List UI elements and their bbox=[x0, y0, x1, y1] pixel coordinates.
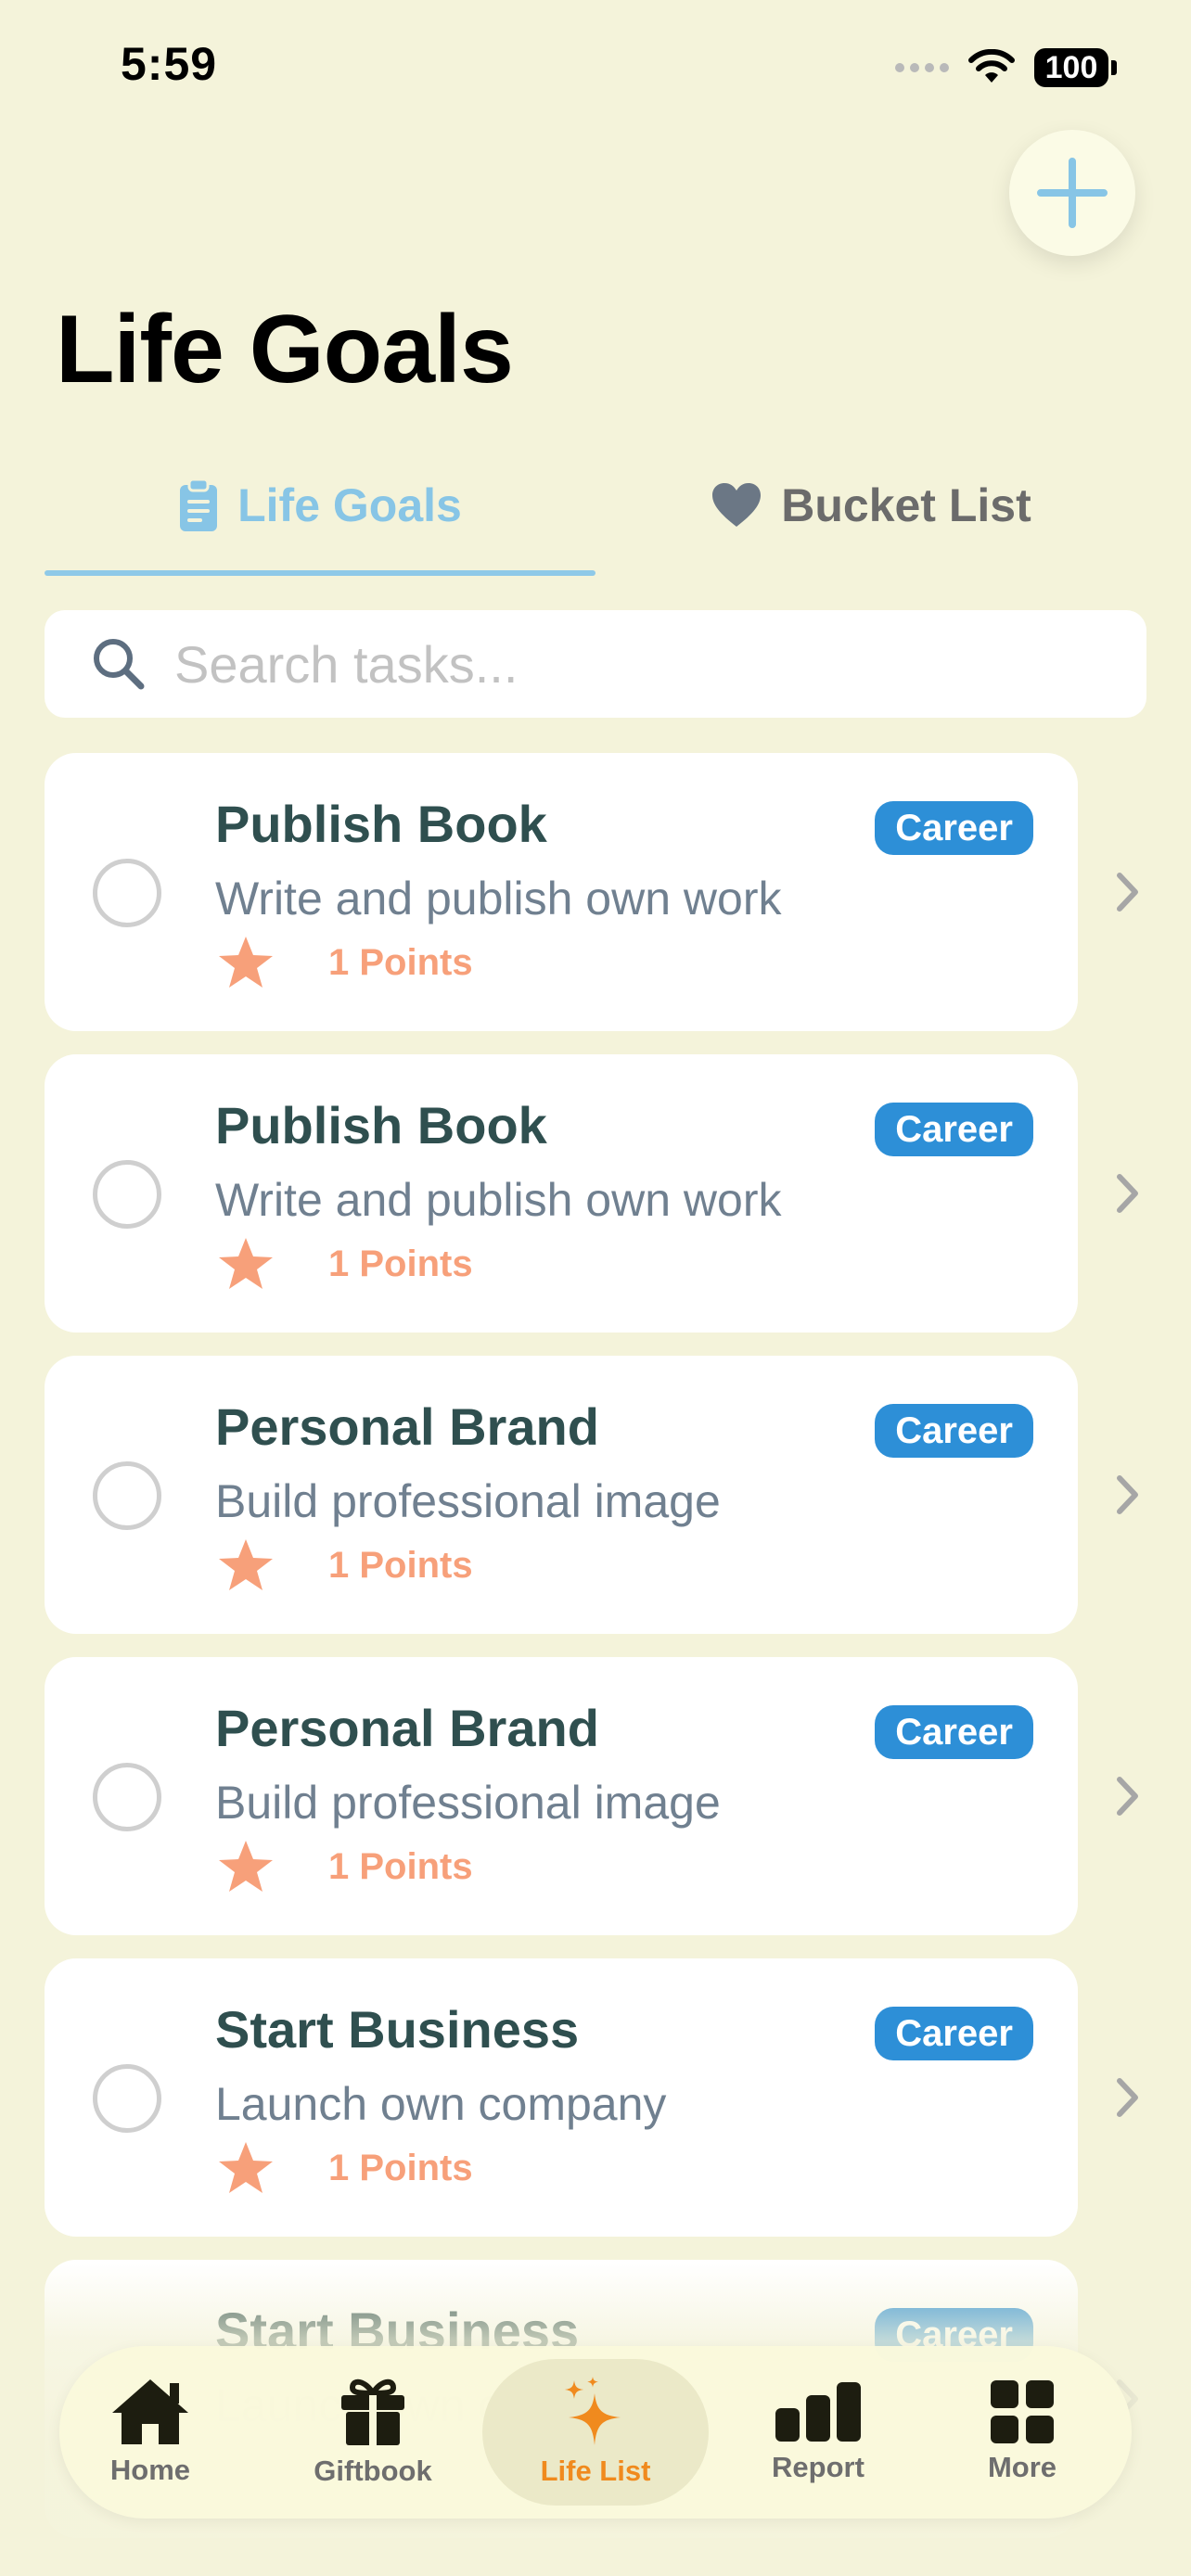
goal-title: Personal Brand bbox=[215, 1699, 599, 1757]
star-icon bbox=[219, 937, 273, 988]
category-badge: Career bbox=[875, 801, 1033, 855]
goal-description: Build professional image bbox=[215, 1475, 721, 1527]
add-goal-button[interactable] bbox=[1009, 130, 1135, 256]
status-time: 5:59 bbox=[121, 38, 218, 90]
complete-checkbox[interactable] bbox=[93, 1461, 161, 1530]
sparkles-icon bbox=[565, 2377, 621, 2445]
chevron-right-icon[interactable] bbox=[1111, 1768, 1145, 1824]
goal-points: 1 Points bbox=[328, 1243, 473, 1284]
category-badge: Career bbox=[875, 1103, 1033, 1156]
goal-title: Publish Book bbox=[215, 1096, 547, 1154]
status-indicators: 100 bbox=[895, 45, 1117, 91]
plus-icon bbox=[1037, 158, 1108, 228]
chevron-right-icon[interactable] bbox=[1111, 1467, 1145, 1523]
goal-description: Write and publish own work bbox=[215, 1174, 782, 1226]
search-placeholder: Search tasks... bbox=[174, 634, 519, 694]
status-bar: 5:59 100 bbox=[0, 0, 1191, 139]
goal-title: Publish Book bbox=[215, 795, 547, 853]
nav-item-report[interactable]: Report bbox=[746, 2346, 890, 2519]
clipboard-icon bbox=[180, 478, 218, 531]
goal-points-row: 1 Points bbox=[217, 1236, 473, 1292]
goal-description: Write and publish own work bbox=[215, 873, 782, 925]
goal-card[interactable]: Publish Book Write and publish own work 1 … bbox=[45, 753, 1078, 1031]
star-icon bbox=[219, 1238, 273, 1289]
star-icon bbox=[219, 1841, 273, 1892]
heart-icon bbox=[712, 483, 762, 527]
page-title: Life Goals bbox=[56, 296, 514, 403]
nav-item-life-list[interactable]: Life List bbox=[482, 2346, 709, 2519]
nav-item-giftbook[interactable]: Giftbook bbox=[310, 2346, 436, 2519]
star-icon bbox=[219, 1539, 273, 1590]
goal-points-row: 1 Points bbox=[217, 935, 473, 990]
tab-label: Life Goals bbox=[237, 479, 462, 531]
bottom-nav: Home Giftbook Life List Report More bbox=[59, 2346, 1132, 2519]
goal-title: Start Business bbox=[215, 2000, 580, 2059]
search-input[interactable]: Search tasks... bbox=[45, 610, 1146, 718]
chevron-right-icon[interactable] bbox=[1111, 1166, 1145, 1221]
nav-label: More bbox=[987, 2451, 1057, 2483]
wifi-icon bbox=[968, 49, 1015, 83]
goal-points-row: 1 Points bbox=[217, 2140, 473, 2196]
nav-item-home[interactable]: Home bbox=[78, 2346, 223, 2519]
active-tab-indicator bbox=[45, 570, 596, 576]
tab-bar: Life Goals Bucket List bbox=[45, 464, 1146, 577]
goal-card[interactable]: Start Business Launch own company 1 Points… bbox=[45, 1958, 1078, 2237]
chevron-right-icon[interactable] bbox=[1111, 864, 1145, 920]
goal-points: 1 Points bbox=[328, 2147, 473, 2188]
goal-points-row: 1 Points bbox=[217, 1537, 473, 1593]
home-icon bbox=[112, 2379, 188, 2444]
complete-checkbox[interactable] bbox=[93, 859, 161, 927]
battery-icon: 100 bbox=[1034, 48, 1117, 87]
complete-checkbox[interactable] bbox=[93, 1160, 161, 1229]
tab-bucket-list[interactable]: Bucket List bbox=[596, 464, 1146, 547]
goal-points: 1 Points bbox=[328, 1845, 473, 1887]
goal-title: Personal Brand bbox=[215, 1397, 599, 1456]
bar-chart-icon bbox=[775, 2382, 861, 2442]
goal-description: Build professional image bbox=[215, 1777, 721, 1829]
goal-card[interactable]: Personal Brand Build professional image 1 … bbox=[45, 1356, 1078, 1634]
gift-icon bbox=[341, 2378, 404, 2445]
goal-points: 1 Points bbox=[328, 941, 473, 983]
nav-item-more[interactable]: More bbox=[959, 2346, 1085, 2519]
tab-label: Bucket List bbox=[781, 479, 1031, 531]
chevron-right-icon[interactable] bbox=[1111, 2070, 1145, 2125]
category-badge: Career bbox=[875, 2007, 1033, 2060]
complete-checkbox[interactable] bbox=[93, 1763, 161, 1831]
category-badge: Career bbox=[875, 1404, 1033, 1458]
search-icon bbox=[94, 639, 145, 690]
category-badge: Career bbox=[875, 1705, 1033, 1759]
goal-description: Launch own company bbox=[215, 2078, 667, 2130]
nav-label: Giftbook bbox=[314, 2455, 432, 2487]
star-icon bbox=[219, 2142, 273, 2193]
nav-label: Home bbox=[109, 2454, 191, 2486]
nav-label: Report bbox=[772, 2451, 864, 2483]
goal-card[interactable]: Personal Brand Build professional image 1 … bbox=[45, 1657, 1078, 1935]
goal-card[interactable]: Publish Book Write and publish own work 1 … bbox=[45, 1054, 1078, 1333]
complete-checkbox[interactable] bbox=[93, 2064, 161, 2133]
cellular-signal-icon bbox=[895, 63, 949, 72]
tab-life-goals[interactable]: Life Goals bbox=[45, 464, 596, 547]
nav-label: Life List bbox=[540, 2455, 651, 2487]
goal-points-row: 1 Points bbox=[217, 1839, 473, 1894]
battery-level: 100 bbox=[1034, 48, 1108, 87]
goal-points: 1 Points bbox=[328, 1544, 473, 1586]
grid-icon bbox=[991, 2380, 1054, 2443]
